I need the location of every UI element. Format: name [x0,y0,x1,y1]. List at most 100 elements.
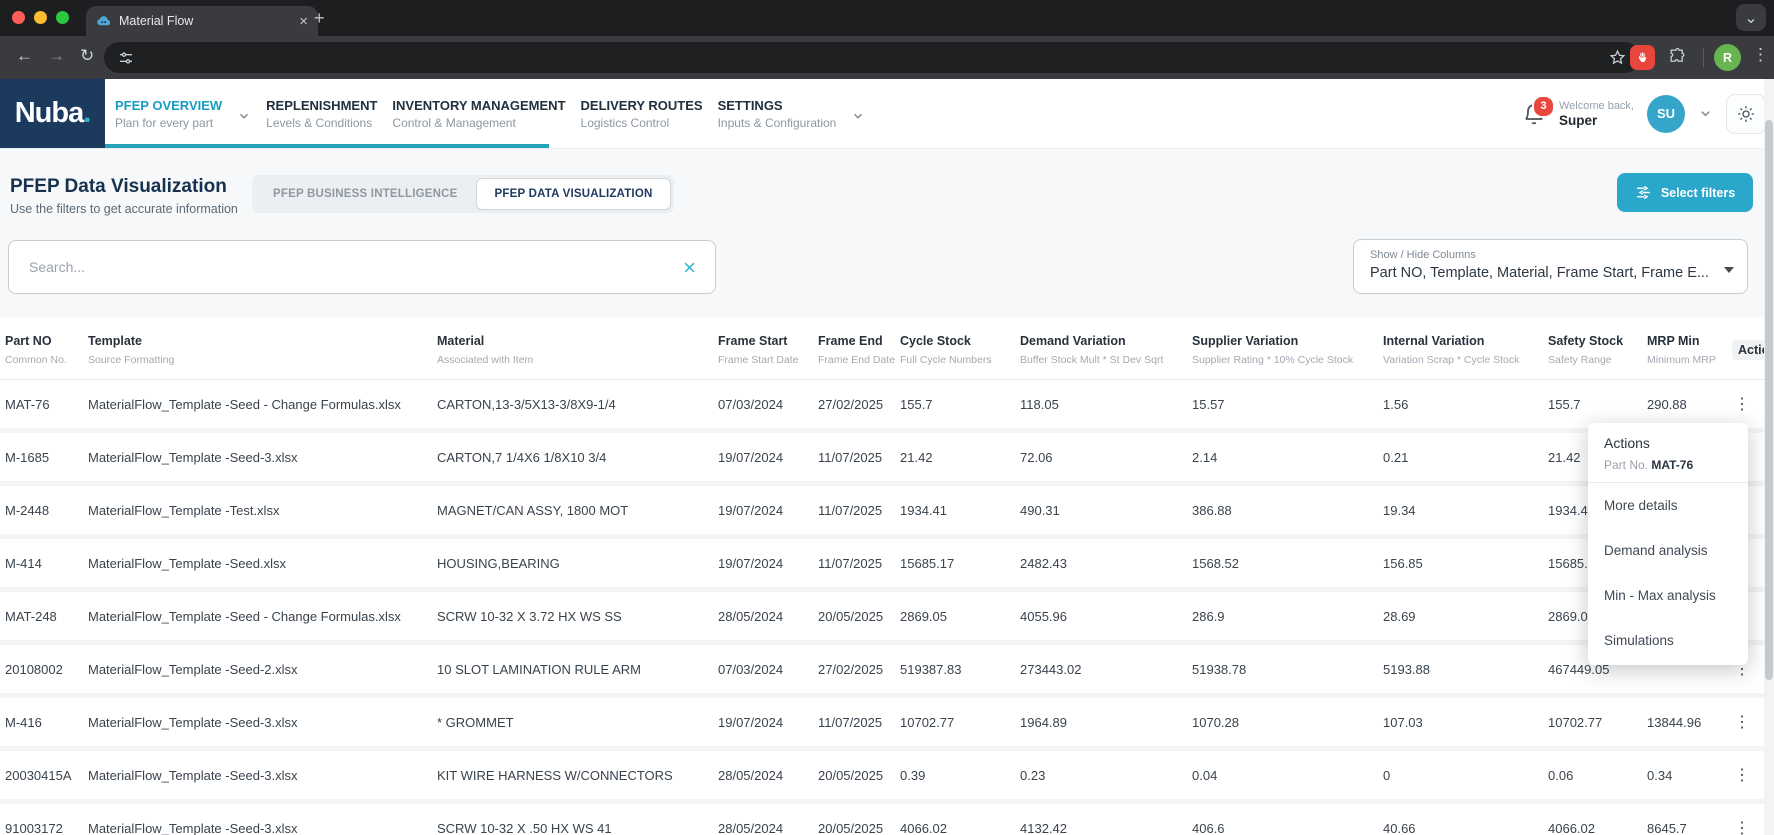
cell-frame-end: 27/02/2025 [818,662,900,677]
column-header-supplier-variation[interactable]: Supplier VariationSupplier Rating * 10% … [1192,334,1383,367]
row-actions-button[interactable]: ⋮ [1732,765,1750,785]
menu-item-min-max-analysis[interactable]: Min - Max analysis [1588,573,1748,618]
columns-dropdown-label: Show / Hide Columns [1370,249,1731,261]
main-navigation: PFEP OVERVIEWPlan for every part REPLENIS… [115,79,865,148]
column-header-material[interactable]: MaterialAssociated with Item [437,334,718,367]
column-title: Internal Variation [1383,334,1548,348]
nav-item-sublabel: Logistics Control [581,116,703,130]
column-header-internal-variation[interactable]: Internal VariationVariation Scrap * Cycl… [1383,334,1548,367]
cell-frame-end: 20/05/2025 [818,821,900,835]
table-row: MAT-76MaterialFlow_Template -Seed - Chan… [0,380,1774,433]
cell-mrp-min: 0.34 [1647,768,1732,783]
tune-icon[interactable] [118,50,134,66]
cell-cycle-stock: 15685.17 [900,556,1020,571]
view-tab-pfep-data-visualization[interactable]: PFEP DATA VISUALIZATION [476,178,672,210]
nav-item-settings[interactable]: SETTINGS Inputs & Configuration [718,98,837,130]
cell-supplier-variation: 0.04 [1192,768,1383,783]
cell-safety-stock: 4066.02 [1548,821,1647,835]
address-bar[interactable] [104,42,1640,73]
cell-internal-variation: 107.03 [1383,715,1548,730]
row-actions-button[interactable]: ⋮ [1732,712,1750,732]
nav-item-sublabel: Inputs & Configuration [718,116,837,130]
column-header-cycle-stock[interactable]: Cycle StockFull Cycle Numbers [900,334,1020,367]
chevron-down-icon[interactable] [851,109,865,123]
extensions-puzzle-icon[interactable] [1668,47,1687,66]
cell-cycle-stock: 0.39 [900,768,1020,783]
row-actions-button[interactable]: ⋮ [1732,818,1750,835]
back-icon[interactable]: ← [16,46,33,66]
new-tab-button[interactable]: + [314,8,325,29]
cell-frame-end: 20/05/2025 [818,609,900,624]
column-subtitle: Frame End Date [818,354,900,366]
active-nav-underline [105,144,549,148]
cell-cycle-stock: 4066.02 [900,821,1020,835]
search-input[interactable] [27,258,682,276]
user-menu-chevron-icon[interactable] [1698,106,1713,121]
view-tab-pfep-business-intelligence[interactable]: PFEP BUSINESS INTELLIGENCE [255,178,476,210]
nav-item-delivery-routes[interactable]: DELIVERY ROUTESLogistics Control [581,98,703,130]
column-header-mrp-min[interactable]: MRP MinMinimum MRP [1647,334,1732,367]
menu-item-simulations[interactable]: Simulations [1588,618,1748,663]
tab-close-icon[interactable]: × [299,14,308,29]
nuba-logo[interactable]: Nuba [0,79,105,148]
scrollbar-track[interactable] [1764,79,1774,835]
page-subtitle: Use the filters to get accurate informat… [10,202,238,216]
cell-template: MaterialFlow_Template -Seed-3.xlsx [88,821,437,835]
scrollbar-thumb[interactable] [1765,120,1773,680]
cell-mrp-min: 13844.96 [1647,715,1732,730]
cell-demand-variation: 273443.02 [1020,662,1192,677]
cell-internal-variation: 1.56 [1383,397,1548,412]
nav-item-replenishment[interactable]: REPLENISHMENTLevels & Conditions [266,98,377,130]
column-header-safety-stock[interactable]: Safety StockSafety Range [1548,334,1647,367]
cell-cycle-stock: 10702.77 [900,715,1020,730]
column-header-demand-variation[interactable]: Demand VariationBuffer Stock Mult * St D… [1020,334,1192,367]
tab-search-chevron-icon[interactable]: ⌄ [1736,4,1766,31]
cell-cycle-stock: 519387.83 [900,662,1020,677]
chevron-down-icon[interactable] [237,109,251,123]
forward-icon[interactable]: → [48,46,65,66]
browser-menu-icon[interactable]: ⋮ [1752,45,1769,65]
cell-template: MaterialFlow_Template -Seed - Change For… [88,397,437,412]
show-hide-columns-dropdown[interactable]: Show / Hide Columns Part NO, Template, M… [1353,239,1748,294]
column-header-frame-end[interactable]: Frame EndFrame End Date [818,334,900,367]
window-controls[interactable] [12,11,69,24]
cell-internal-variation: 19.34 [1383,503,1548,518]
bookmark-star-icon[interactable] [1609,49,1626,66]
window-minimize-button[interactable] [34,11,47,24]
reload-icon[interactable]: ↻ [80,46,94,66]
column-header-part-no[interactable]: Part NOCommon No. [5,334,88,367]
sun-icon [1737,105,1755,123]
page-title-block: PFEP Data Visualization Use the filters … [10,176,238,216]
window-close-button[interactable] [12,11,25,24]
browser-profile-avatar[interactable]: R [1714,44,1741,71]
cell-material: SCRW 10-32 X .50 HX WS 41 [437,821,718,835]
menu-item-more-details[interactable]: More details [1588,483,1748,528]
welcome-label: Welcome back, [1559,100,1634,112]
column-subtitle: Minimum MRP [1647,354,1732,366]
cell-supplier-variation: 51938.78 [1192,662,1383,677]
cell-mrp-min: 290.88 [1647,397,1732,412]
nav-item-pfep-overview[interactable]: PFEP OVERVIEWPlan for every part [115,98,222,130]
cell-demand-variation: 4055.96 [1020,609,1192,624]
notifications-button[interactable]: 3 [1522,102,1546,126]
theme-toggle-button[interactable] [1726,94,1766,134]
browser-tab[interactable]: Material Flow × [86,6,318,36]
nav-item-sublabel: Levels & Conditions [266,116,377,130]
column-title: Part NO [5,334,88,348]
adblock-extension-icon[interactable] [1630,45,1655,70]
cell-template: MaterialFlow_Template -Seed-3.xlsx [88,450,437,465]
welcome-block: Welcome back, Super [1559,100,1634,128]
cell-part-no: MAT-76 [5,397,88,412]
window-zoom-button[interactable] [56,11,69,24]
user-avatar[interactable]: SU [1647,95,1685,133]
nav-item-label: SETTINGS [718,98,837,113]
select-filters-button[interactable]: Select filters [1617,173,1753,212]
actions-menu-title: Actions [1604,435,1732,451]
menu-item-demand-analysis[interactable]: Demand analysis [1588,528,1748,573]
nav-item-inventory-management[interactable]: INVENTORY MANAGEMENTControl & Management [392,98,565,130]
column-header-template[interactable]: TemplateSource Formatting [88,334,437,367]
column-header-frame-start[interactable]: Frame StartFrame Start Date [718,334,818,367]
row-actions-button[interactable]: ⋮ [1732,394,1750,414]
table-row: M-1685MaterialFlow_Template -Seed-3.xlsx… [0,433,1774,486]
clear-search-icon[interactable] [682,260,697,275]
